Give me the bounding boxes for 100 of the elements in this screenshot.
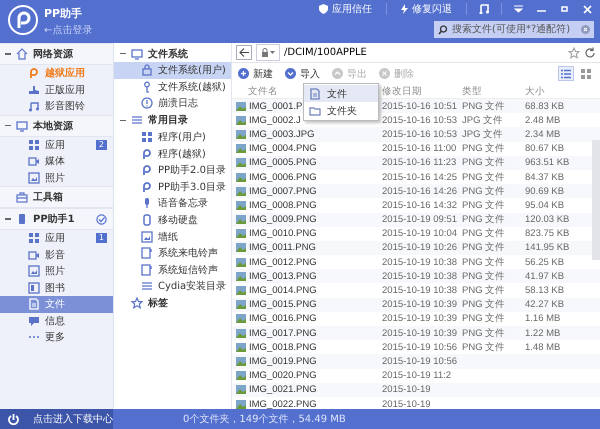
phone-icon	[16, 213, 28, 225]
menu-item[interactable]: 文件	[304, 85, 378, 102]
download-center-button[interactable]: 点击进入下载中心	[0, 409, 113, 429]
sidebar-item[interactable]: 正版应用	[0, 82, 113, 98]
refresh-icon[interactable]	[584, 46, 596, 58]
folder-icon	[309, 104, 321, 116]
sidebar-item[interactable]: 照片	[0, 170, 113, 186]
tree-item[interactable]: 文件系统(用户)	[114, 62, 231, 79]
sidebar-section[interactable]: 本地资源	[0, 114, 113, 136]
app-trust-button[interactable]: 应用信任	[315, 2, 376, 16]
file-name[interactable]: IMG_0009.PNG	[249, 214, 317, 226]
file-name[interactable]: IMG_0017.PNG	[249, 328, 317, 339]
tree-item[interactable]: PP助手3.0目录	[114, 178, 231, 196]
column-header[interactable]: 类型	[462, 84, 525, 98]
column-header[interactable]: 修改日期	[382, 84, 462, 98]
p-logo-icon	[141, 164, 153, 176]
table-cell-text: 56.25 KB	[525, 256, 566, 268]
tree-item[interactable]: 移动硬盘	[114, 212, 231, 228]
check-icon	[96, 214, 107, 224]
table-cell-text: 2015-10-16 10:53	[382, 114, 458, 126]
sidebar-item[interactable]: 媒体	[0, 153, 113, 170]
tree-item[interactable]: 程序(越狱)	[114, 145, 231, 162]
file-name[interactable]: IMG_0019.PNG	[249, 356, 317, 367]
table-cell-text: 84.37 KB	[525, 172, 566, 183]
column-header[interactable]: 大小	[525, 84, 600, 98]
chat-icon	[28, 314, 40, 327]
image-file-icon	[236, 328, 246, 338]
file-name[interactable]: IMG_0004.PNG	[249, 143, 317, 154]
tree-item[interactable]: 语音备忘录	[114, 195, 231, 212]
tree-item[interactable]: PP助手2.0目录	[114, 162, 231, 179]
file-name[interactable]: IMG_0015.PNG	[249, 299, 317, 310]
image-file-icon	[236, 102, 246, 111]
table-cell-text: 2.48 MB	[525, 114, 562, 126]
sidebar-item[interactable]: 信息	[0, 312, 113, 329]
table-cell-text: PNG 文件	[462, 213, 506, 226]
file-name[interactable]: IMG_0002.J	[249, 114, 301, 126]
sidebar-section[interactable]: 工具箱	[0, 186, 113, 208]
file-name[interactable]: IMG_0001.P	[249, 100, 302, 112]
file-name[interactable]: IMG_0006.PNG	[249, 172, 317, 183]
tree-item[interactable]: 墙纸	[114, 228, 231, 245]
file-name[interactable]: IMG_0012.PNG	[249, 256, 317, 268]
tree-section[interactable]: 文件系统	[114, 45, 231, 62]
image-file-icon	[236, 158, 246, 168]
sidebar-item[interactable]: 更多	[0, 329, 113, 346]
tree-item[interactable]: 崩溃日志	[114, 95, 231, 112]
sidebar-section[interactable]: 网络资源	[0, 43, 113, 65]
image-file-icon	[236, 356, 246, 366]
sidebar-item[interactable]: 应用 2	[0, 136, 113, 153]
file-name[interactable]: IMG_0014.PNG	[249, 285, 317, 296]
table-cell-text: 42.27 KB	[525, 299, 566, 310]
tree-item[interactable]: 程序(用户)	[114, 128, 231, 146]
file-name[interactable]: IMG_0005.PNG	[249, 157, 317, 168]
sidebar-item[interactable]: 照片	[0, 263, 113, 280]
photo-icon	[141, 230, 153, 243]
table-cell-text: 2015-10-16 10:51	[382, 100, 458, 112]
tree-section[interactable]: 标签	[114, 294, 231, 312]
file-name[interactable]: IMG_0016.PNG	[249, 313, 317, 324]
toolbar-button[interactable]: 导入	[285, 66, 320, 80]
tree-item[interactable]: 系统短信铃声	[114, 262, 231, 278]
file-name[interactable]: IMG_0003.JPG	[249, 128, 314, 140]
table-cell-text: PNG 文件	[462, 256, 506, 269]
file-name[interactable]: IMG_0011.PNG	[249, 242, 316, 254]
scrollbar[interactable]	[592, 140, 600, 260]
back-button[interactable]	[236, 45, 252, 60]
delete-icon	[379, 68, 390, 79]
tree-section[interactable]: 常用目录	[114, 112, 231, 129]
sidebar-item[interactable]: 应用 1	[0, 230, 113, 246]
fix-crash-button[interactable]: 修复闪退	[397, 2, 456, 16]
file-name[interactable]: IMG_0018.PNG	[249, 342, 317, 353]
file-name[interactable]: IMG_0007.PNG	[249, 186, 317, 197]
close-icon[interactable]	[581, 4, 594, 14]
star-icon[interactable]	[568, 46, 580, 58]
tree-item[interactable]: Cydia安装目录	[114, 278, 231, 295]
table-cell-text: 2015-10-19 09:51	[382, 214, 458, 226]
file-name[interactable]: IMG_0021.PNG	[249, 384, 317, 396]
clear-icon[interactable]	[581, 25, 590, 34]
table-cell-text: 2015-10-19 11:2	[382, 370, 452, 382]
file-name[interactable]: IMG_0008.PNG	[249, 200, 317, 211]
menu-item[interactable]: 文件夹	[304, 102, 378, 119]
table-cell-text: 2015-10-19 10:26	[382, 242, 458, 254]
star-icon	[131, 297, 143, 310]
home-icon	[16, 48, 28, 60]
sidebar-section[interactable]: PP助手1	[0, 208, 113, 230]
sidebar-item[interactable]: 影音图铃	[0, 98, 113, 114]
file-name[interactable]: IMG_0020.PNG	[249, 370, 317, 382]
file-name[interactable]: IMG_0010.PNG	[249, 228, 317, 240]
tree-item[interactable]: 系统来电铃声	[114, 244, 231, 262]
grid-view-button[interactable]	[578, 66, 594, 81]
list-view-button[interactable]	[558, 66, 574, 81]
music-note-icon[interactable]	[477, 4, 491, 14]
sidebar-item[interactable]: 图书	[0, 280, 113, 296]
toolbox-icon	[16, 191, 28, 203]
toolbar-button[interactable]: 新建	[238, 66, 273, 80]
file-name[interactable]: IMG_0013.PNG	[249, 270, 317, 282]
sidebar-item[interactable]: 影音	[0, 246, 113, 263]
dropdown-menu-icon[interactable]	[512, 5, 525, 13]
file-name[interactable]: IMG_0022.PNG	[249, 398, 317, 409]
location-dropdown[interactable]	[256, 44, 280, 61]
tree-item[interactable]: 文件系统(越狱)	[114, 78, 231, 96]
table-cell-text: PNG 文件	[462, 326, 506, 340]
